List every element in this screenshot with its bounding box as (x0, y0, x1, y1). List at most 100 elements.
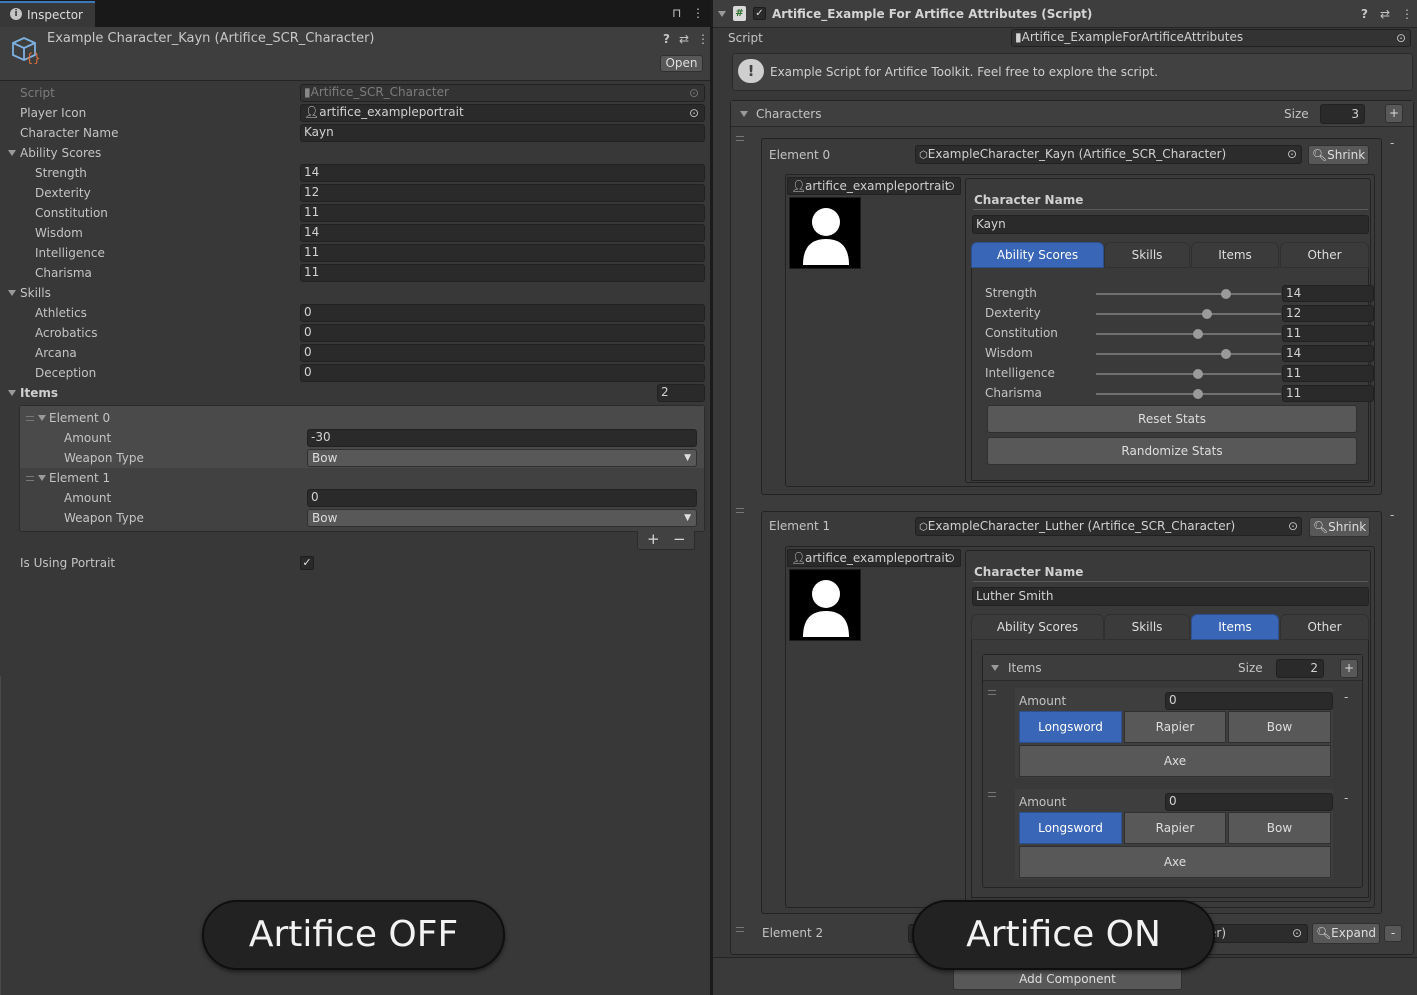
stat-intelligence-field[interactable]: 11 (1282, 365, 1374, 382)
element-0-drag-handle[interactable] (736, 136, 744, 141)
reset-stats-button[interactable]: Reset Stats (987, 405, 1357, 433)
element-1-tab-ability-scores[interactable]: Ability Scores (971, 614, 1104, 640)
element-2-drag-handle[interactable] (736, 927, 744, 932)
element-1-portrait-field[interactable]: 👤︎ artifice_exampleportrait ⊙ (787, 549, 961, 567)
element-1-amount-field[interactable]: 0 (307, 489, 697, 507)
nested-items-label[interactable]: Items (1008, 661, 1042, 675)
preset-icon[interactable]: ⇄ (679, 32, 689, 46)
element-2-expand-button[interactable]: 🔍︎Expand (1312, 923, 1380, 944)
element-0-reference-field[interactable]: ⬡ExampleCharacter_Kayn (Artifice_SCR_Cha… (915, 145, 1302, 164)
player-icon-field[interactable]: 👤︎artifice_exampleportrait (300, 104, 705, 122)
items-size-field[interactable]: 2 (657, 384, 705, 402)
nested-entry-1-longsword-button[interactable]: Longsword (1019, 812, 1122, 844)
element-0-fold-icon[interactable] (38, 415, 46, 421)
nested-entry-0-axe-button[interactable]: Axe (1019, 745, 1331, 777)
script-target-icon[interactable]: ⊙ (1396, 31, 1406, 45)
lock-icon[interactable]: ⊓ (672, 6, 681, 20)
nested-entry-1-drag-handle[interactable] (988, 792, 996, 797)
nested-entry-1-rapier-button[interactable]: Rapier (1124, 812, 1226, 844)
element-1-tab-other[interactable]: Other (1280, 614, 1369, 640)
charisma-field[interactable]: 11 (300, 264, 705, 282)
element-0-tab-items[interactable]: Items (1191, 242, 1279, 268)
items-label[interactable]: Items (20, 386, 58, 400)
is-using-portrait-checkbox[interactable]: ✓ (300, 556, 314, 570)
stat-strength-slider[interactable] (1220, 289, 1231, 299)
ability-scores-label[interactable]: Ability Scores (20, 146, 101, 160)
stat-constitution-field[interactable]: 11 (1282, 325, 1374, 342)
characters-add-button[interactable]: + (1385, 104, 1403, 123)
element-1-drag-handle[interactable] (26, 476, 34, 481)
kebab-menu-icon[interactable]: ⋮ (692, 6, 704, 20)
nested-entry-0-bow-button[interactable]: Bow (1228, 711, 1331, 743)
element-0-tab-ability-scores[interactable]: Ability Scores (971, 242, 1104, 268)
athletics-field[interactable]: 0 (300, 304, 705, 322)
element-0-weapon-dropdown[interactable]: Bow ▼ (307, 449, 697, 467)
stat-dexterity-field[interactable]: 12 (1282, 305, 1374, 322)
stat-strength-field[interactable]: 14 (1282, 285, 1374, 302)
arcana-field[interactable]: 0 (300, 344, 705, 362)
portrait-target-icon[interactable]: ⊙ (945, 551, 955, 565)
element-2-label[interactable]: Element 2 (762, 926, 823, 940)
nested-entry-1-amount-field[interactable]: 0 (1165, 793, 1333, 811)
nested-items-size-field[interactable]: 2 (1276, 659, 1324, 678)
nested-entry-1-bow-button[interactable]: Bow (1228, 812, 1331, 844)
element-0-tab-other[interactable]: Other (1280, 242, 1369, 268)
element-1-label[interactable]: Element 1 (769, 519, 830, 533)
nested-items-add-button[interactable]: + (1340, 659, 1358, 678)
items-add-button[interactable]: + (647, 532, 660, 547)
component-help-icon[interactable]: ? (1361, 7, 1368, 21)
nested-entry-1-remove-button[interactable]: - (1344, 791, 1348, 805)
element-1-shrink-button[interactable]: 🔍︎Shrink (1309, 517, 1370, 537)
characters-size-field[interactable]: 3 (1320, 104, 1365, 124)
nested-entry-0-drag-handle[interactable] (988, 690, 996, 695)
nested-entry-0-rapier-button[interactable]: Rapier (1124, 711, 1226, 743)
element-1-target-icon[interactable]: ⊙ (1288, 519, 1298, 533)
component-preset-icon[interactable]: ⇄ (1380, 7, 1390, 21)
element-0-portrait-field[interactable]: 👤︎ artifice_exampleportrait ⊙ (787, 177, 961, 195)
deception-field[interactable]: 0 (300, 364, 705, 382)
element-1-reference-field[interactable]: ⬡ExampleCharacter_Luther (Artifice_SCR_C… (915, 517, 1302, 536)
element-1-remove-button[interactable]: - (1390, 508, 1394, 522)
stat-constitution-slider[interactable] (1192, 329, 1203, 339)
element-2-target-icon[interactable]: ⊙ (1292, 926, 1302, 940)
element-1-tab-skills[interactable]: Skills (1104, 614, 1190, 640)
wisdom-field[interactable]: 14 (300, 224, 705, 242)
skills-label[interactable]: Skills (20, 286, 51, 300)
component-menu-icon[interactable]: ⋮ (1401, 7, 1413, 21)
items-fold-icon[interactable] (8, 390, 16, 396)
stat-charisma-slider[interactable] (1192, 389, 1203, 399)
element-0-drag-handle[interactable] (26, 416, 34, 421)
element-1-fold-icon[interactable] (38, 475, 46, 481)
element-0-target-icon[interactable]: ⊙ (1287, 147, 1297, 161)
element-0-amount-field[interactable]: -30 (307, 429, 697, 447)
element-0-remove-button[interactable]: - (1390, 136, 1394, 150)
element-1-name-field[interactable]: Luther Smith (972, 587, 1369, 606)
inspector-tab[interactable]: i Inspector (0, 1, 95, 27)
nested-entry-1-axe-button[interactable]: Axe (1019, 846, 1331, 878)
skills-fold-icon[interactable] (8, 290, 16, 296)
constitution-field[interactable]: 11 (300, 204, 705, 222)
element-2-remove-button[interactable]: - (1384, 925, 1402, 942)
ability-scores-fold-icon[interactable] (8, 150, 16, 156)
component-fold-icon[interactable] (718, 11, 726, 17)
dexterity-field[interactable]: 12 (300, 184, 705, 202)
nested-entry-0-amount-field[interactable]: 0 (1165, 692, 1333, 710)
element-1-tab-items[interactable]: Items (1191, 614, 1279, 640)
items-element-0-label[interactable]: Element 0 (49, 411, 110, 425)
stat-wisdom-slider[interactable] (1220, 349, 1231, 359)
element-1-weapon-dropdown[interactable]: Bow ▼ (307, 509, 697, 527)
characters-label[interactable]: Characters (756, 107, 822, 121)
element-0-label[interactable]: Element 0 (769, 148, 830, 162)
characters-fold-icon[interactable] (740, 111, 748, 117)
stat-wisdom-field[interactable]: 14 (1282, 345, 1374, 362)
header-menu-icon[interactable]: ⋮ (697, 32, 709, 46)
randomize-stats-button[interactable]: Randomize Stats (987, 437, 1357, 465)
open-button[interactable]: Open (660, 55, 703, 72)
element-1-drag-handle[interactable] (736, 508, 744, 513)
portrait-target-icon[interactable]: ⊙ (945, 179, 955, 193)
element-0-shrink-button[interactable]: 🔍︎Shrink (1308, 145, 1369, 165)
acrobatics-field[interactable]: 0 (300, 324, 705, 342)
nested-entry-0-remove-button[interactable]: - (1344, 690, 1348, 704)
stat-intelligence-slider[interactable] (1192, 369, 1203, 379)
help-icon[interactable]: ? (663, 32, 670, 46)
